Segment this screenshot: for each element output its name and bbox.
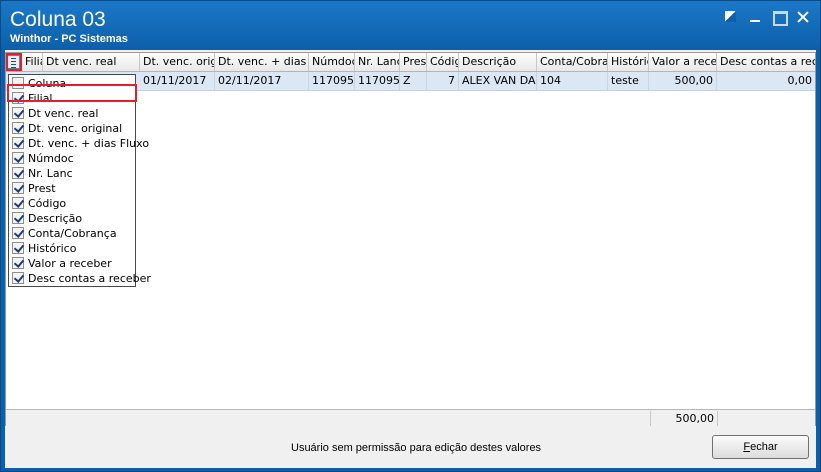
- highlight-box-option: [7, 84, 137, 102]
- column-option-historico[interactable]: Histórico: [11, 241, 135, 256]
- column-header[interactable]: Nr. Lanc: [355, 53, 400, 71]
- checkbox[interactable]: [12, 182, 24, 194]
- table-cell: 104: [537, 72, 608, 90]
- column-header[interactable]: Númdoc: [309, 53, 355, 71]
- window-title: Coluna 03: [10, 8, 106, 31]
- column-option-valor-a-receber[interactable]: Valor a receber: [11, 256, 135, 271]
- column-chooser-menu: Coluna Filial Dt venc. real Dt. venc. or…: [8, 74, 151, 287]
- column-header[interactable]: Filia: [22, 53, 43, 71]
- data-grid: Filia Dt venc. real Dt. venc. origi Dt. …: [5, 52, 816, 426]
- close-button[interactable]: Fechar: [712, 435, 809, 459]
- checkbox[interactable]: [12, 137, 24, 149]
- column-header[interactable]: Pres: [400, 53, 427, 71]
- column-header[interactable]: Dt. venc. origi: [140, 53, 215, 71]
- column-header[interactable]: Códig: [427, 53, 459, 71]
- column-header[interactable]: Descrição: [459, 53, 537, 71]
- close-icon[interactable]: [794, 10, 812, 24]
- checkbox[interactable]: [12, 212, 24, 224]
- client-area: Filia Dt venc. real Dt. venc. origi Dt. …: [5, 50, 816, 468]
- checkbox[interactable]: [12, 272, 24, 284]
- table-cell: 1170958: [309, 72, 355, 90]
- bottom-bar: Usuário sem permissão para edição destes…: [5, 429, 816, 468]
- title-bar[interactable]: Coluna 03 Winthor - PC Sistemas: [1, 1, 820, 49]
- total-value: 500,00: [650, 411, 718, 426]
- column-header[interactable]: Dt venc. real: [43, 53, 140, 71]
- column-option-prest[interactable]: Prest: [11, 181, 135, 196]
- column-option-nr-lanc[interactable]: Nr. Lanc: [11, 166, 135, 181]
- column-option-dt-venc-dias-fluxo[interactable]: Dt. venc. + dias Fluxo: [11, 136, 149, 151]
- column-option-numdoc[interactable]: Númdoc: [11, 151, 135, 166]
- table-cell: ALEX VAN DAM: [459, 72, 537, 90]
- close-button-label: echar: [750, 441, 778, 453]
- column-option-conta-cobranca[interactable]: Conta/Cobrança: [11, 226, 135, 241]
- checkbox[interactable]: [12, 167, 24, 179]
- table-cell: 0,00: [787, 74, 813, 87]
- grid-footer: 500,00: [6, 409, 815, 426]
- window-subtitle: Winthor - PC Sistemas: [10, 33, 128, 45]
- column-option-desc-contas-a-receber[interactable]: Desc contas a receber: [11, 271, 151, 286]
- table-cell: 1170958: [355, 72, 400, 90]
- column-option-descricao[interactable]: Descrição: [11, 211, 135, 226]
- app-window: Coluna 03 Winthor - PC Sistemas Filia Dt…: [0, 0, 821, 472]
- table-cell: 02/11/2017: [215, 72, 309, 90]
- column-header[interactable]: Dt. venc. + dias Fl: [215, 53, 309, 71]
- column-header[interactable]: Valor a receb: [649, 53, 717, 71]
- checkbox[interactable]: [12, 227, 24, 239]
- column-option-codigo[interactable]: Código: [11, 196, 135, 211]
- checkbox[interactable]: [12, 122, 24, 134]
- checkbox[interactable]: [12, 242, 24, 254]
- help-icon[interactable]: [722, 10, 740, 24]
- table-cell: 500,00: [649, 72, 717, 90]
- column-header[interactable]: Desc contas a receb: [717, 53, 815, 71]
- checkbox[interactable]: [12, 197, 24, 209]
- checkbox[interactable]: [12, 107, 24, 119]
- column-header[interactable]: Históric: [608, 53, 649, 71]
- table-cell: Z: [400, 72, 427, 90]
- column-header[interactable]: Conta/Cobran: [537, 53, 608, 71]
- maximize-icon[interactable]: [770, 10, 788, 26]
- table-cell: 7: [427, 72, 459, 90]
- window-controls: [722, 10, 812, 26]
- status-message: Usuário sem permissão para edição destes…: [291, 442, 542, 454]
- checkbox[interactable]: [12, 257, 24, 269]
- minimize-icon[interactable]: [746, 10, 764, 24]
- highlight-box-chooser: [6, 53, 22, 71]
- column-option-dt-venc-real[interactable]: Dt venc. real: [11, 106, 135, 121]
- grid-header: Filia Dt venc. real Dt. venc. origi Dt. …: [6, 53, 815, 72]
- table-cell: 01/11/2017: [140, 72, 215, 90]
- column-option-dt-venc-original[interactable]: Dt. venc. original: [11, 121, 135, 136]
- table-cell: teste: [608, 72, 649, 90]
- checkbox[interactable]: [12, 152, 24, 164]
